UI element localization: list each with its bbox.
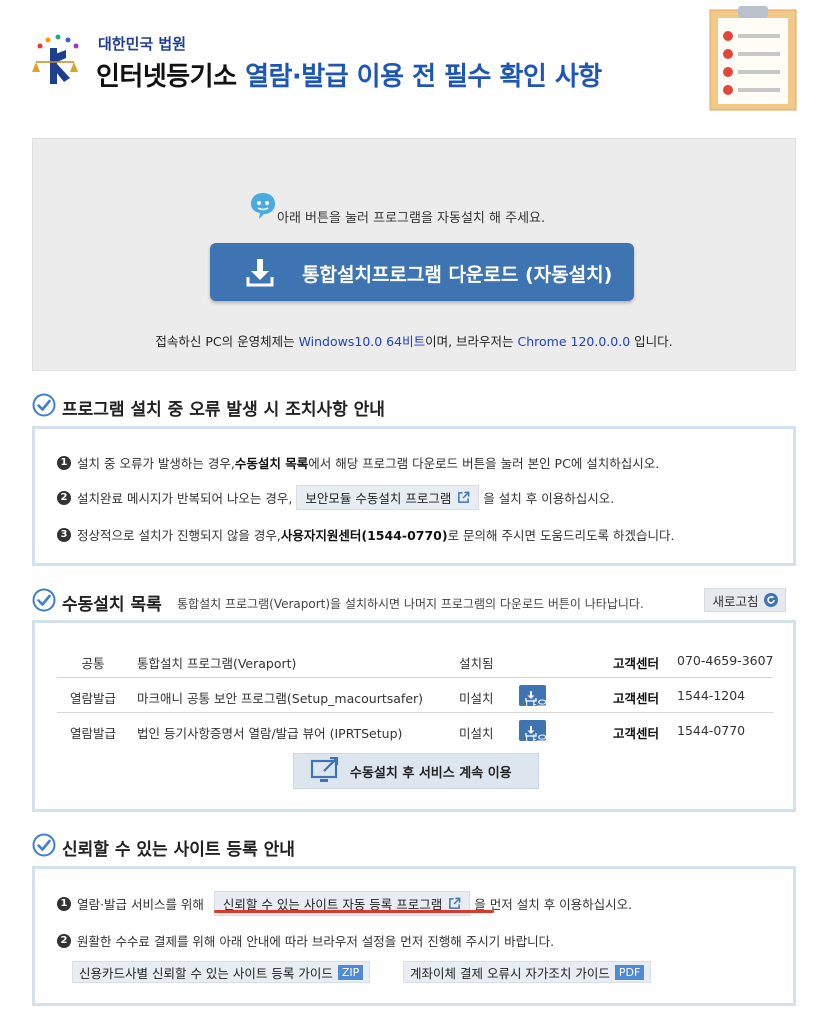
environment-info: 접속하신 PC의 운영체제는 Windows10.0 64비트이며, 브라우저는… xyxy=(33,331,795,350)
number-badge: 1 xyxy=(57,455,71,470)
row-category: 공통 xyxy=(81,656,105,671)
item-text: 원활한 수수료 결제를 위해 아래 안내에 따라 브라우저 설정을 먼저 진행해… xyxy=(77,934,555,949)
error-guide-item-1: 1 설치 중 오류가 발생하는 경우, 수동설치 목록 에서 해당 프로그램 다운… xyxy=(57,453,659,472)
error-guide-panel: 1 설치 중 오류가 발생하는 경우, 수동설치 목록 에서 해당 프로그램 다운… xyxy=(32,426,796,566)
checklist-clipboard-icon xyxy=(709,6,797,111)
item-text: 정상적으로 설치가 진행되지 않을 경우, xyxy=(77,528,281,543)
row-category: 열람발급 xyxy=(69,691,116,706)
row-download-button[interactable]: 다운로드 xyxy=(519,720,571,748)
row-program-name: 법인 등기사항증명서 열람/발급 뷰어 (IPRTSetup) xyxy=(137,726,403,741)
row-program-name: 마크애니 공통 보안 프로그램(Setup_macourtsafer) xyxy=(137,691,424,706)
check-circle-icon xyxy=(32,833,56,857)
row-category: 열람발급 xyxy=(69,726,116,741)
card-trusted-site-guide-button[interactable]: 신용카드사별 신뢰할 수 있는 사이트 등록 가이드 ZIP xyxy=(72,961,371,983)
item-text: 에서 해당 프로그램 다운로드 버튼을 눌러 본인 PC에 설치하십시오. xyxy=(308,456,660,471)
download-label: 다운로드 xyxy=(525,698,572,713)
browser-value: Chrome 120.0.0.0 xyxy=(517,334,631,349)
page-title: 인터넷등기소 열람·발급 이용 전 필수 확인 사항 xyxy=(96,56,602,93)
item-text: 을 먼저 설치 후 이용하십시오. xyxy=(474,897,633,912)
row-install-status: 미설치 xyxy=(459,726,494,741)
guide-label: 신용카드사별 신뢰할 수 있는 사이트 등록 가이드 xyxy=(79,965,333,981)
env-middle: 이며, 브라우저는 xyxy=(425,334,518,349)
row-program-name: 통합설치 프로그램(Veraport) xyxy=(137,656,297,671)
manual-install-panel: 공통 통합설치 프로그램(Veraport) 설치됨 고객센터 070-4659… xyxy=(32,620,796,812)
page-header: 대한민국 법원 인터넷등기소 열람·발급 이용 전 필수 확인 사항 xyxy=(0,0,825,130)
security-module-manual-install-button[interactable]: 보안모듈 수동설치 프로그램 xyxy=(296,485,480,510)
row-support-tel: 1544-0770 xyxy=(677,723,746,738)
table-row: 열람발급 마크애니 공통 보안 프로그램(Setup_macourtsafer)… xyxy=(57,678,773,713)
env-prefix: 접속하신 PC의 운영체제는 xyxy=(155,334,299,349)
number-badge: 2 xyxy=(57,933,71,948)
integrated-installer-download-button[interactable]: 통합설치프로그램 다운로드 (자동설치) xyxy=(210,243,634,301)
row-support-tel: 1544-1204 xyxy=(677,688,746,703)
item-text: 설치완료 메시지가 반복되어 나오는 경우, xyxy=(77,491,293,506)
guide-label: 계좌이체 결제 오류시 자가조치 가이드 xyxy=(410,965,610,981)
monitor-icon xyxy=(310,757,339,782)
download-label: 다운로드 xyxy=(525,733,572,748)
info-bubble-icon xyxy=(251,193,275,219)
item-text: 열람·발급 서비스를 위해 xyxy=(77,897,204,912)
env-suffix: 입니다. xyxy=(630,334,673,349)
button-label: 보안모듈 수동설치 프로그램 xyxy=(305,491,452,506)
title-highlight: 열람·발급 이용 전 필수 확인 사항 xyxy=(245,62,602,92)
refresh-label: 새로고침 xyxy=(712,593,759,609)
row-support-label: 고객센터 xyxy=(613,656,660,671)
row-support-label: 고객센터 xyxy=(613,726,660,741)
row-download-button[interactable]: 다운로드 xyxy=(519,685,571,713)
manual-section-subtitle: 통합설치 프로그램(Veraport)을 설치하시면 나머지 프로그램의 다운로… xyxy=(177,597,644,611)
refresh-button[interactable]: 새로고침 xyxy=(704,588,786,612)
number-badge: 1 xyxy=(57,896,71,911)
item-text: 로 문의해 주시면 도움드리도록 하겠습니다. xyxy=(447,528,675,543)
download-icon xyxy=(246,259,274,287)
trusted-site-panel: 1 열람·발급 서비스를 위해 신뢰할 수 있는 사이트 자동 등록 프로그램 … xyxy=(32,866,796,1006)
table-row: 공통 통합설치 프로그램(Veraport) 설치됨 고객센터 070-4659… xyxy=(57,643,774,678)
download-button-label: 통합설치프로그램 다운로드 (자동설치) xyxy=(302,264,613,286)
error-guide-item-2: 2 설치완료 메시지가 반복되어 나오는 경우, 보안모듈 수동설치 프로그램 … xyxy=(57,485,614,510)
check-circle-icon xyxy=(32,588,56,612)
auto-install-guide: 아래 버튼을 눌러 프로그램을 자동설치 해 주세요. xyxy=(277,211,546,226)
court-name: 대한민국 법원 xyxy=(98,35,187,53)
table-row: 열람발급 법인 등기사항증명서 열람/발급 뷰어 (IPRTSetup) 미설치… xyxy=(57,713,773,748)
row-support-label: 고객센터 xyxy=(613,691,660,706)
refresh-icon xyxy=(763,593,778,607)
title-prefix: 인터넷등기소 xyxy=(96,62,246,92)
row-install-status: 미설치 xyxy=(459,691,494,706)
supreme-court-logo-icon xyxy=(32,34,79,84)
row-install-status: 설치됨 xyxy=(459,656,494,671)
trusted-guide-item-2: 2 원활한 수수료 결제를 위해 아래 안내에 따라 브라우저 설정을 먼저 진… xyxy=(57,931,554,950)
auto-install-box: 아래 버튼을 눌러 프로그램을 자동설치 해 주세요. 통합설치프로그램 다운로… xyxy=(32,138,796,371)
highlight-underline xyxy=(214,910,494,913)
trusted-section-title: 신뢰할 수 있는 사이트 등록 안내 xyxy=(62,840,295,860)
os-value: Windows10.0 64비트 xyxy=(298,334,426,349)
number-badge: 3 xyxy=(57,527,71,542)
check-circle-icon xyxy=(32,393,56,417)
manual-list-emphasis: 수동설치 목록 xyxy=(234,456,309,471)
item-text: 을 설치 후 이용하십시오. xyxy=(483,491,615,506)
manual-section-title: 수동설치 목록 xyxy=(62,595,162,615)
external-link-icon xyxy=(458,491,470,503)
external-link-icon xyxy=(449,897,461,909)
row-support-tel: 070-4659-3607 xyxy=(677,653,774,668)
item-text: 설치 중 오류가 발생하는 경우, xyxy=(77,456,235,471)
pdf-badge: PDF xyxy=(614,964,645,980)
error-guide-item-3: 3 정상적으로 설치가 진행되지 않을 경우, 사용자지원센터(1544-077… xyxy=(57,525,674,544)
continue-service-button[interactable]: 수동설치 후 서비스 계속 이용 xyxy=(293,753,539,789)
manual-install-table: 공통 통합설치 프로그램(Veraport) 설치됨 고객센터 070-4659… xyxy=(57,643,774,748)
support-center-emphasis: 사용자지원센터(1544-0770) xyxy=(280,528,448,543)
zip-badge: ZIP xyxy=(337,964,364,980)
transfer-error-guide-button[interactable]: 계좌이체 결제 오류시 자가조치 가이드 PDF xyxy=(403,961,652,983)
continue-service-label: 수동설치 후 서비스 계속 이용 xyxy=(350,765,512,781)
error-section-title: 프로그램 설치 중 오류 발생 시 조치사항 안내 xyxy=(62,400,385,420)
number-badge: 2 xyxy=(57,490,71,505)
